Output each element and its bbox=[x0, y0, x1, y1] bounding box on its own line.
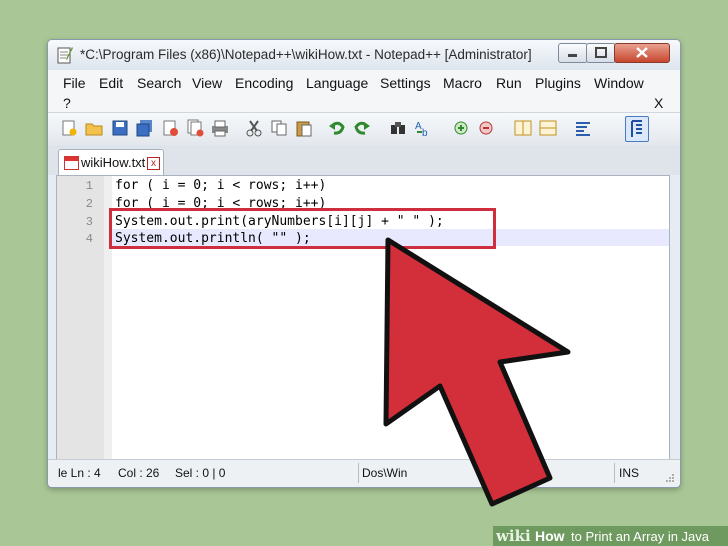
close-window-button[interactable] bbox=[614, 43, 670, 63]
status-bar: le Ln : 4 Col : 26 Sel : 0 | 0 Dos\Win U… bbox=[48, 459, 680, 487]
status-line: le Ln : 4 bbox=[58, 466, 101, 480]
menu-encoding[interactable]: Encoding bbox=[235, 75, 293, 91]
notepad-window: *C:\Program Files (x86)\Notepad++\wikiHo… bbox=[47, 39, 681, 488]
menu-settings[interactable]: Settings bbox=[380, 75, 431, 91]
new-file-icon[interactable] bbox=[60, 119, 78, 137]
title-bar: *C:\Program Files (x86)\Notepad++\wikiHo… bbox=[48, 40, 680, 70]
file-icon bbox=[64, 156, 79, 170]
wikihow-logo-wiki: wiki bbox=[496, 527, 531, 545]
wikihow-logo-how: How bbox=[535, 528, 565, 544]
menu-view[interactable]: View bbox=[192, 75, 222, 91]
line-number: 2 bbox=[85, 197, 93, 211]
minimize-icon bbox=[568, 54, 577, 57]
zoom-out-icon[interactable] bbox=[477, 119, 495, 137]
code-line[interactable]: for ( i = 0; i < rows; i++) bbox=[115, 178, 326, 193]
line-number: 1 bbox=[85, 179, 93, 193]
maximize-icon bbox=[595, 47, 607, 58]
toolbar: Ab bbox=[48, 112, 680, 146]
line-number: 4 bbox=[85, 232, 93, 246]
resize-grip-icon[interactable] bbox=[664, 472, 676, 484]
tab-bar: wikiHow.txt x bbox=[48, 145, 680, 176]
status-insert-mode: INS bbox=[619, 466, 640, 480]
close-icon bbox=[636, 47, 648, 58]
status-divider bbox=[614, 463, 615, 483]
status-selection: Sel : 0 | 0 bbox=[175, 466, 226, 480]
article-title: to Print an Array in Java bbox=[571, 529, 710, 544]
menu-language[interactable]: Language bbox=[306, 75, 368, 91]
word-wrap-icon[interactable] bbox=[574, 119, 592, 137]
paste-icon[interactable] bbox=[295, 119, 313, 137]
close-document-button[interactable]: X bbox=[654, 95, 663, 111]
maximize-button[interactable] bbox=[586, 43, 616, 63]
tab-label: wikiHow.txt bbox=[81, 155, 146, 170]
zoom-in-icon[interactable] bbox=[452, 119, 470, 137]
menu-run[interactable]: Run bbox=[496, 75, 522, 91]
print-icon[interactable] bbox=[211, 119, 229, 137]
minimize-button[interactable] bbox=[558, 43, 588, 63]
show-all-chars-icon[interactable] bbox=[625, 116, 649, 142]
tab-close-icon[interactable]: x bbox=[147, 157, 160, 170]
wikihow-footer: wiki How to Print an Array in Java bbox=[493, 526, 728, 546]
open-file-icon[interactable] bbox=[85, 119, 103, 137]
svg-text:b: b bbox=[422, 128, 428, 137]
tab-wikihow[interactable]: wikiHow.txt x bbox=[58, 149, 164, 176]
undo-icon[interactable] bbox=[328, 119, 346, 137]
menu-search[interactable]: Search bbox=[137, 75, 181, 91]
replace-icon[interactable]: Ab bbox=[414, 119, 432, 139]
status-column: Col : 26 bbox=[118, 466, 160, 480]
notepad-app-icon bbox=[57, 47, 73, 64]
close-all-icon[interactable] bbox=[186, 119, 204, 137]
menu-window[interactable]: Window bbox=[594, 75, 644, 91]
menu-plugins[interactable]: Plugins bbox=[535, 75, 581, 91]
line-number: 3 bbox=[85, 215, 93, 229]
find-icon[interactable] bbox=[389, 119, 407, 137]
copy-icon[interactable] bbox=[270, 119, 288, 137]
window-title: *C:\Program Files (x86)\Notepad++\wikiHo… bbox=[80, 47, 532, 62]
menu-edit[interactable]: Edit bbox=[99, 75, 123, 91]
sync-horizontal-icon[interactable] bbox=[539, 119, 557, 137]
menu-help[interactable]: ? bbox=[63, 95, 71, 111]
close-file-icon[interactable] bbox=[161, 119, 179, 137]
menu-file[interactable]: File bbox=[63, 75, 86, 91]
menu-macro[interactable]: Macro bbox=[443, 75, 482, 91]
sync-vertical-icon[interactable] bbox=[514, 119, 532, 137]
menu-bar: File Edit Search View Encoding Language … bbox=[48, 70, 680, 112]
redo-icon[interactable] bbox=[353, 119, 371, 137]
svg-text:A: A bbox=[415, 121, 422, 132]
cut-icon[interactable] bbox=[245, 119, 263, 137]
save-icon[interactable] bbox=[111, 119, 129, 137]
save-all-icon[interactable] bbox=[136, 119, 154, 137]
red-pointer-arrow-icon bbox=[383, 237, 571, 507]
status-divider bbox=[358, 463, 359, 483]
